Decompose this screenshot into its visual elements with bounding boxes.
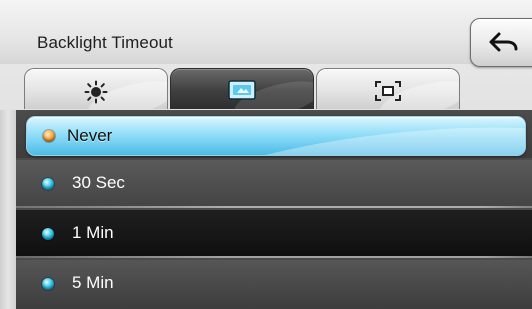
option-bullet-icon xyxy=(43,130,55,142)
option-never[interactable]: Never xyxy=(26,116,526,156)
tab-backlight[interactable] xyxy=(170,68,314,109)
row-divider xyxy=(16,256,532,258)
sun-icon xyxy=(84,80,108,104)
backlight-timeout-screen: Backlight Timeout Never 30 Sec 1 Min 5 M… xyxy=(0,0,532,309)
screen-icon xyxy=(228,80,256,100)
selection-highlight xyxy=(183,117,525,155)
row-divider xyxy=(16,206,532,208)
option-bullet-icon xyxy=(42,178,54,190)
timeout-options-list: Never 30 Sec 1 Min 5 Min xyxy=(16,110,532,309)
option-label: 30 Sec xyxy=(72,173,125,192)
option-bullet-icon xyxy=(42,278,54,290)
left-rail xyxy=(0,110,16,309)
back-button[interactable] xyxy=(470,18,532,67)
tab-brightness[interactable] xyxy=(24,68,168,109)
header: Backlight Timeout xyxy=(0,0,532,67)
option-label: 1 Min xyxy=(72,223,114,242)
option-1-min[interactable]: 1 Min xyxy=(16,210,532,258)
back-arrow-icon xyxy=(489,32,518,52)
tab-bar xyxy=(0,64,532,110)
option-30-sec[interactable]: 30 Sec xyxy=(16,160,532,208)
option-bullet-icon xyxy=(42,228,54,240)
tab-screen-lock[interactable] xyxy=(316,68,460,109)
page-title: Backlight Timeout xyxy=(37,33,173,52)
option-label: 5 Min xyxy=(72,273,114,292)
option-5-min[interactable]: 5 Min xyxy=(16,260,532,309)
option-label: Never xyxy=(67,126,113,145)
frame-icon xyxy=(375,81,401,101)
